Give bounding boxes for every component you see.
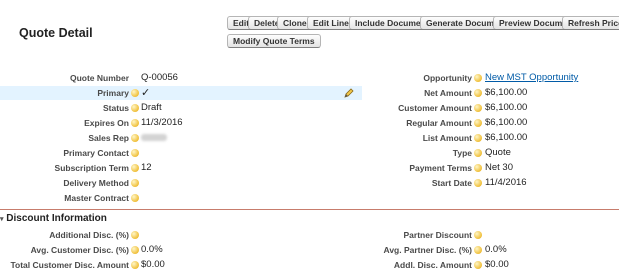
field-label: Net Amount: [424, 88, 472, 98]
field-sales-rep: Sales Rep: [0, 131, 330, 145]
field-payment-terms: Payment Terms Net 30: [330, 161, 619, 175]
field-label: Sales Rep: [88, 133, 129, 143]
field-label: Master Contract: [64, 193, 129, 203]
help-icon[interactable]: [474, 89, 482, 97]
redacted-value[interactable]: [141, 131, 167, 145]
field-avg-customer-disc: Avg. Customer Disc. (%) 0.0%: [0, 243, 330, 257]
field-value: $6,100.00: [485, 117, 528, 128]
field-label: Avg. Customer Disc. (%): [30, 245, 129, 255]
section-divider: [0, 209, 619, 210]
help-icon[interactable]: [131, 149, 139, 157]
field-value: Draft: [141, 102, 162, 113]
field-primary: Primary ✓: [0, 86, 362, 100]
field-value: $0.00: [141, 259, 165, 270]
refresh-prices-button[interactable]: Refresh Prices: [562, 16, 619, 30]
field-label: Customer Amount: [398, 103, 472, 113]
field-type: Type Quote: [330, 146, 619, 160]
field-delivery-method: Delivery Method: [0, 176, 330, 190]
field-addl-disc-amount: Addl. Disc. Amount $0.00: [330, 258, 619, 272]
field-list-amount: List Amount $6,100.00: [330, 131, 619, 145]
field-value: 0.0%: [485, 244, 507, 255]
field-value: $0.00: [485, 259, 509, 270]
opportunity-link[interactable]: New MST Opportunity: [485, 71, 578, 85]
field-subscription-term: Subscription Term 12: [0, 161, 330, 175]
field-label: Payment Terms: [409, 163, 472, 173]
help-icon[interactable]: [131, 119, 139, 127]
checkmark-icon: ✓: [141, 87, 151, 99]
field-value: 11/3/2016: [141, 117, 183, 128]
field-label: Additional Disc. (%): [49, 230, 129, 240]
field-value: Q-00056: [141, 72, 178, 83]
help-icon[interactable]: [131, 104, 139, 112]
help-icon[interactable]: [474, 74, 482, 82]
help-icon[interactable]: [474, 104, 482, 112]
field-start-date: Start Date 11/4/2016: [330, 176, 619, 190]
field-label: List Amount: [422, 133, 472, 143]
help-icon[interactable]: [474, 149, 482, 157]
help-icon[interactable]: [131, 134, 139, 142]
field-label: Expires On: [84, 118, 129, 128]
field-label: Delivery Method: [63, 178, 129, 188]
help-icon[interactable]: [474, 164, 482, 172]
collapse-arrow-icon[interactable]: ▾: [0, 216, 4, 223]
section-title: Discount Information: [6, 213, 107, 224]
field-primary-contact: Primary Contact: [0, 146, 330, 160]
field-expires-on: Expires On 11/3/2016: [0, 116, 330, 130]
help-icon[interactable]: [131, 246, 139, 254]
field-status: Status Draft: [0, 101, 330, 115]
field-value: Net 30: [485, 162, 513, 173]
page-title: Quote Detail: [19, 26, 93, 40]
field-label: Start Date: [431, 178, 472, 188]
field-value: 0.0%: [141, 244, 163, 255]
help-icon[interactable]: [131, 194, 139, 202]
field-regular-amount: Regular Amount $6,100.00: [330, 116, 619, 130]
field-label: Total Customer Disc. Amount: [10, 260, 129, 270]
help-icon[interactable]: [474, 231, 482, 239]
discount-section-header[interactable]: ▾ Discount Information: [0, 213, 107, 224]
field-opportunity: Opportunity New MST Opportunity: [330, 71, 619, 85]
field-value: Quote: [485, 147, 511, 158]
help-icon[interactable]: [474, 119, 482, 127]
field-label: Subscription Term: [54, 163, 129, 173]
help-icon[interactable]: [131, 231, 139, 239]
field-value: 11/4/2016: [485, 177, 527, 188]
help-icon[interactable]: [131, 261, 139, 269]
help-icon[interactable]: [474, 179, 482, 187]
field-avg-partner-disc: Avg. Partner Disc. (%) 0.0%: [330, 243, 619, 257]
help-icon[interactable]: [474, 246, 482, 254]
field-label: Type: [452, 148, 472, 158]
field-label: Partner Discount: [403, 230, 473, 240]
modify-quote-terms-button[interactable]: Modify Quote Terms: [227, 34, 321, 48]
help-icon[interactable]: [131, 164, 139, 172]
field-label: Regular Amount: [406, 118, 472, 128]
field-label: Primary: [97, 88, 129, 98]
help-icon[interactable]: [131, 89, 139, 97]
field-label: Primary Contact: [63, 148, 129, 158]
field-label: Status: [103, 103, 129, 113]
field-customer-amount: Customer Amount $6,100.00: [330, 101, 619, 115]
help-icon[interactable]: [131, 179, 139, 187]
help-icon[interactable]: [474, 134, 482, 142]
field-label: Opportunity: [423, 73, 472, 83]
field-quote-number: Quote Number Q-00056: [0, 71, 330, 85]
field-net-amount: Net Amount $6,100.00: [330, 86, 619, 100]
field-label: Quote Number: [69, 73, 129, 83]
field-value: 12: [141, 162, 152, 173]
field-master-contract: Master Contract: [0, 191, 330, 205]
field-partner-discount: Partner Discount: [330, 228, 619, 242]
field-additional-disc: Additional Disc. (%): [0, 228, 330, 242]
field-label: Avg. Partner Disc. (%): [383, 245, 473, 255]
field-value: $6,100.00: [485, 102, 528, 113]
field-total-customer-disc-amount: Total Customer Disc. Amount $0.00: [0, 258, 330, 272]
help-icon[interactable]: [474, 261, 482, 269]
field-value: $6,100.00: [485, 132, 528, 143]
field-value: $6,100.00: [485, 87, 528, 98]
field-label: Addl. Disc. Amount: [393, 260, 472, 270]
